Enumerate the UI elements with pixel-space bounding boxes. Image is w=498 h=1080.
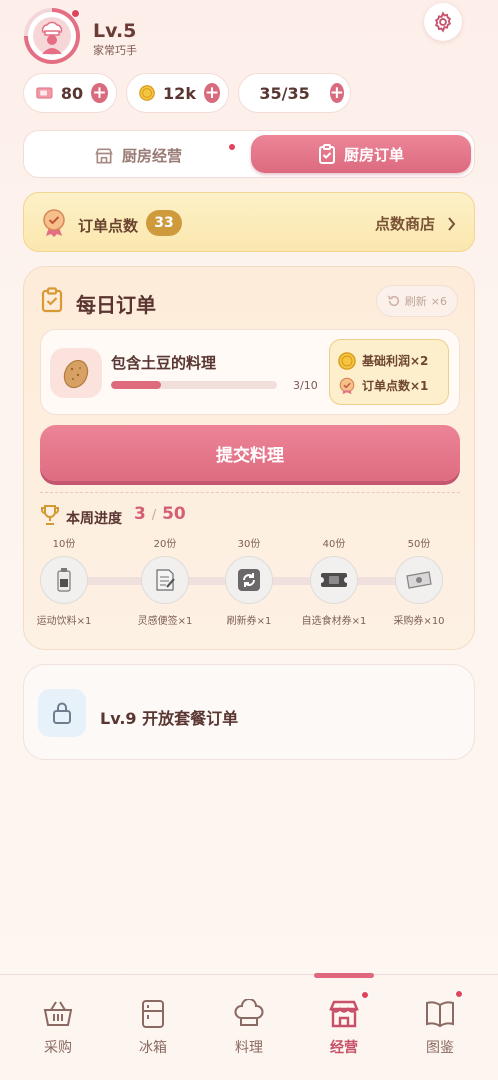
- lock-icon: [53, 702, 71, 724]
- potato-icon: [50, 348, 102, 398]
- order-rewards: 基础利润×2 订单点数×1: [329, 339, 449, 405]
- tab-kitchen-management[interactable]: 厨房经营: [94, 145, 182, 166]
- daily-orders-card: 每日订单 刷新 ×6 包含土豆的料理 3/10 基础利润×2 订单点数×1 提交…: [23, 266, 475, 650]
- locked-text: Lv.9 开放套餐订单: [100, 709, 239, 728]
- milestone-20[interactable]: 20份 灵感便签×1: [120, 535, 210, 627]
- order-points-bar: 订单点数 33 点数商店: [23, 192, 475, 252]
- avatar[interactable]: [24, 8, 80, 64]
- reward-points: 订单点数×1: [338, 373, 440, 398]
- order-item[interactable]: 包含土豆的料理 3/10 基础利润×2 订单点数×1: [40, 329, 460, 415]
- tab-notification-dot: [229, 144, 235, 150]
- points-shop-link[interactable]: 点数商店: [375, 213, 456, 234]
- milestone-40[interactable]: 40份 自选食材券×1: [289, 535, 379, 627]
- trophy-icon: [41, 505, 59, 525]
- nav-item-fridge[interactable]: 冰箱: [113, 999, 193, 1057]
- points-count: 33: [146, 210, 182, 236]
- chef-avatar-icon: [33, 17, 71, 55]
- medal-icon: [339, 377, 355, 394]
- catalog-notification-dot: [455, 990, 463, 998]
- order-name: 包含土豆的料理: [111, 354, 217, 372]
- kitchen-tabs: 厨房经营 厨房订单: [23, 130, 475, 178]
- add-ticket-button[interactable]: +: [91, 83, 108, 103]
- fridge-icon: [142, 1000, 164, 1028]
- submit-dish-button[interactable]: 提交料理: [40, 425, 460, 481]
- reward-profit: 基础利润×2: [338, 348, 440, 373]
- add-energy-button[interactable]: +: [329, 83, 344, 103]
- clipboard-check-icon: [318, 144, 335, 164]
- nav-item-purchase[interactable]: 采购: [18, 999, 98, 1057]
- milestone-30[interactable]: 30份 刷新券×1: [204, 535, 294, 627]
- refresh-ticket-icon: [225, 556, 273, 604]
- drink-can-icon: [40, 556, 88, 604]
- milestone-10[interactable]: 10份 运动饮料×1: [19, 535, 109, 627]
- energy-value: 35/35: [259, 83, 310, 103]
- tab-kitchen-orders[interactable]: 厨房订单: [251, 135, 471, 173]
- note-icon: [141, 556, 189, 604]
- coin-icon: [139, 85, 155, 101]
- clipboard-check-icon: [41, 287, 63, 313]
- milestone-50[interactable]: 50份 采购券×10: [374, 535, 464, 627]
- player-title: 家常巧手: [93, 44, 137, 57]
- refresh-icon: [387, 295, 399, 307]
- weekly-progress-label: 本周进度: [66, 511, 122, 527]
- ticket-value: 80: [60, 83, 84, 103]
- gear-icon: [434, 11, 452, 33]
- management-notification-dot: [361, 991, 369, 999]
- order-progress-bar: [111, 381, 277, 389]
- weekly-progress-value: 3 / 50: [134, 504, 186, 524]
- locked-combo-orders-card: Lv.9 开放套餐订单: [23, 664, 475, 760]
- add-coin-button[interactable]: +: [203, 83, 220, 103]
- lock-icon-box: [38, 689, 86, 737]
- ticket-currency: 80 +: [23, 73, 117, 113]
- divider: [40, 492, 460, 493]
- coin-currency: 12k +: [126, 73, 229, 113]
- store-icon: [329, 1000, 359, 1028]
- ingredient-ticket-icon: [310, 556, 358, 604]
- nav-item-management[interactable]: 经营: [304, 991, 384, 1057]
- avatar-notification-dot: [71, 9, 80, 18]
- daily-orders-title: 每日订单: [76, 293, 156, 317]
- book-icon: [426, 1001, 454, 1028]
- bottom-nav: 采购 冰箱 料理 经营 图鉴: [0, 973, 498, 1080]
- store-icon: [95, 148, 113, 163]
- points-label: 订单点数: [78, 217, 139, 235]
- coin-icon: [338, 351, 356, 370]
- active-nav-indicator: [314, 973, 374, 978]
- medal-icon: [43, 209, 65, 237]
- chevron-right-icon: [448, 216, 456, 231]
- player-level: Lv.5: [93, 20, 137, 42]
- order-progress-text: 3/10: [293, 379, 318, 392]
- settings-button[interactable]: [424, 3, 462, 41]
- basket-icon: [43, 1001, 73, 1026]
- coin-value: 12k: [163, 83, 196, 103]
- nav-item-catalog[interactable]: 图鉴: [400, 990, 480, 1057]
- nav-item-cooking[interactable]: 料理: [209, 998, 289, 1057]
- energy-currency: 35/35 +: [238, 73, 351, 113]
- purchase-ticket-icon: [395, 556, 443, 604]
- order-progress-fill: [111, 381, 161, 389]
- refresh-button[interactable]: 刷新 ×6: [375, 285, 458, 317]
- chef-hat-icon: [234, 998, 264, 1026]
- ticket-icon: [36, 87, 53, 99]
